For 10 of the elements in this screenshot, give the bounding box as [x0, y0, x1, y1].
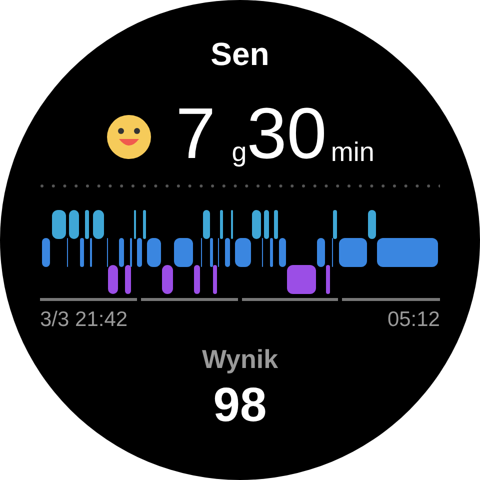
smiley-icon	[106, 114, 152, 160]
start-time: 3/3 21:42	[40, 309, 128, 330]
screen-title: Sen	[210, 38, 270, 70]
hours-value: 7	[176, 98, 216, 170]
minutes-unit: min	[330, 139, 374, 166]
end-time: 05:12	[387, 309, 440, 330]
minutes-value: 30	[246, 98, 327, 170]
score-label: Wynik	[202, 346, 278, 372]
hours-unit: g	[232, 139, 247, 166]
score-value: 98	[213, 382, 267, 430]
